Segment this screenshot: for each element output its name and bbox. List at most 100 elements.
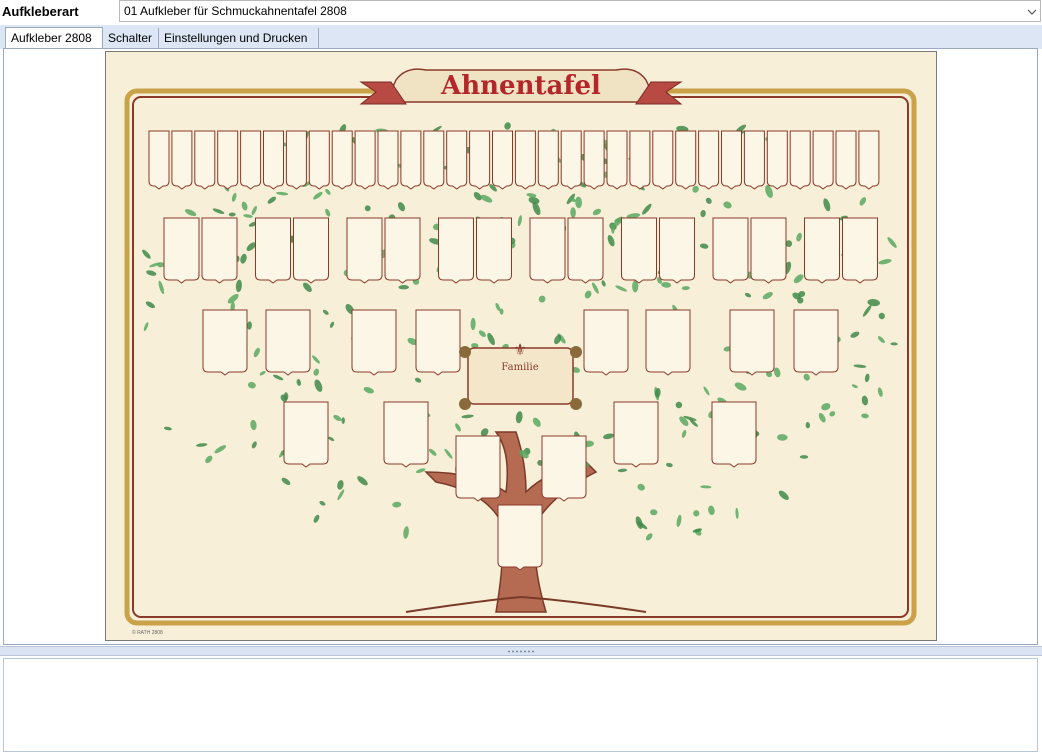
leaf [276, 191, 289, 196]
leaf [267, 196, 277, 204]
bottom-panel [3, 658, 1038, 752]
leaf [212, 208, 225, 214]
portrait-frame [497, 504, 543, 571]
leaf [517, 215, 522, 227]
leaf [796, 232, 802, 242]
leaf [312, 355, 320, 364]
footer-mark: © RATH 2808 [132, 629, 163, 636]
portrait-frame [698, 130, 720, 190]
leaf [247, 381, 256, 389]
portrait-frame [171, 130, 193, 190]
portrait-frame [423, 130, 445, 190]
leaf [333, 414, 342, 422]
leaf [887, 237, 897, 248]
portrait-frame [629, 130, 651, 190]
leaf [364, 205, 371, 212]
portrait-frame [354, 130, 376, 190]
leaf [861, 413, 869, 419]
grip-dots-icon[interactable] [507, 650, 535, 653]
leaf [163, 426, 172, 431]
leaf [363, 386, 374, 394]
leaf [793, 274, 804, 284]
family-plaque: ⚜ Familie [459, 342, 582, 410]
preview-title: Ahnentafel [440, 71, 601, 101]
sticker-type-row: Aufkleberart 01 Aufkleber für Schmuckahn… [0, 0, 1042, 25]
leaf [283, 392, 289, 401]
leaf [821, 403, 831, 411]
leaf [877, 387, 883, 397]
leaf [329, 321, 335, 328]
leaf [253, 347, 260, 358]
horizontal-splitter[interactable] [0, 646, 1042, 656]
portrait-frame [529, 217, 566, 284]
leaf [515, 411, 523, 424]
portrait-frame [201, 217, 238, 284]
tab-strip: Aufkleber 2808 Schalter Einstellungen un… [0, 25, 1042, 50]
leaf [603, 433, 614, 440]
leaf [251, 441, 257, 449]
portrait-frame [793, 309, 839, 376]
leaf [470, 317, 476, 331]
leaf [241, 201, 248, 211]
leaf [146, 270, 157, 276]
portrait-frame [163, 217, 200, 284]
leaf [878, 259, 892, 265]
leaf [803, 373, 810, 381]
leaf [499, 308, 504, 315]
sticker-type-select[interactable]: 01 Aufkleber für Schmuckahnentafel 2808 [119, 0, 1041, 22]
portrait-frame [721, 130, 742, 190]
leaf [231, 192, 237, 202]
leaf [877, 336, 885, 344]
portrait-frame [835, 130, 857, 190]
leaf [325, 208, 331, 217]
leaf [444, 448, 453, 459]
leaf [799, 455, 809, 459]
portrait-frame [567, 217, 604, 284]
leaf [243, 214, 253, 218]
leaf [392, 501, 402, 508]
leaf [723, 201, 732, 209]
leaf [661, 282, 672, 288]
leaf [592, 208, 602, 216]
leaf [240, 253, 247, 264]
leaf [642, 203, 652, 215]
leaf [196, 443, 208, 447]
leaf [313, 191, 323, 200]
tab-einstellungen-drucken[interactable]: Einstellungen und Drucken [159, 28, 319, 49]
portrait-frame [750, 217, 787, 284]
leaf [337, 489, 345, 501]
fleur-de-lis-icon: ⚜ [513, 342, 527, 359]
leaf [341, 417, 345, 424]
leaf [397, 202, 406, 212]
portrait-frame [400, 130, 422, 190]
leaf [158, 280, 165, 295]
leaf [805, 422, 811, 429]
portrait-frame [789, 130, 811, 190]
leaf [700, 210, 706, 218]
portrait-frame [265, 309, 311, 376]
leaf [693, 510, 700, 517]
chevron-down-icon[interactable] [1026, 6, 1038, 18]
leaf [650, 509, 658, 516]
portrait-frame [194, 130, 216, 190]
leaf [861, 395, 869, 406]
leaf [862, 305, 872, 317]
leaf [591, 282, 599, 294]
leaf [777, 434, 788, 441]
tab-schalter[interactable]: Schalter [103, 28, 159, 49]
leaf [214, 445, 227, 454]
leaf [325, 188, 331, 195]
leaf [829, 411, 836, 417]
sticker-type-label: Aufkleberart [2, 4, 79, 19]
tab-aufkleber-2808[interactable]: Aufkleber 2808 [5, 27, 103, 50]
portrait-frame [659, 217, 695, 284]
sticker-type-value: 01 Aufkleber für Schmuckahnentafel 2808 [124, 4, 347, 18]
portrait-frame [621, 217, 657, 284]
leaf [251, 205, 257, 216]
leaf [675, 401, 683, 409]
portrait-frame [283, 401, 329, 468]
leaf [398, 284, 409, 290]
leaf [319, 501, 326, 506]
leaf [461, 414, 474, 419]
portrait-frame [583, 309, 629, 376]
